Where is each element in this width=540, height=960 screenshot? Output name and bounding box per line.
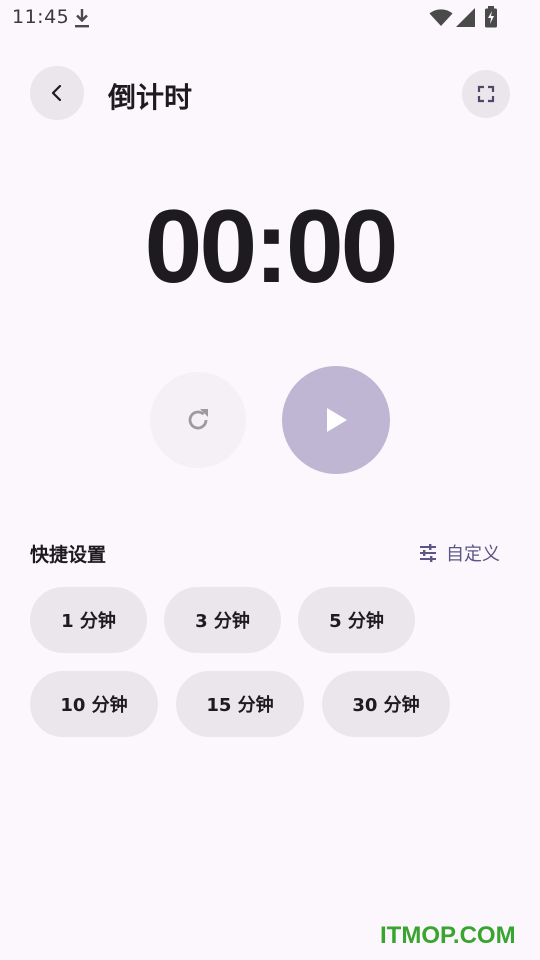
watermark: ITMOP.COM <box>380 922 516 949</box>
battery-icon <box>485 6 497 28</box>
preset-chip-1min[interactable]: 1 分钟 <box>30 587 147 653</box>
back-button[interactable] <box>30 66 84 120</box>
preset-chip-3min[interactable]: 3 分钟 <box>164 587 281 653</box>
reset-button[interactable] <box>150 372 246 468</box>
fullscreen-icon <box>477 85 495 103</box>
chevron-left-icon <box>51 84 62 102</box>
download-icon <box>75 9 89 28</box>
tune-icon <box>420 544 436 562</box>
status-bar: 11:45 <box>0 0 540 36</box>
custom-label: 自定义 <box>446 544 500 565</box>
fullscreen-button[interactable] <box>462 70 510 118</box>
preset-chip-5min[interactable]: 5 分钟 <box>298 587 415 653</box>
refresh-icon <box>188 409 208 430</box>
play-icon <box>327 408 347 432</box>
page-title: 倒计时 <box>108 81 193 114</box>
wifi-icon <box>429 9 453 26</box>
preset-chip-15min[interactable]: 15 分钟 <box>176 671 304 737</box>
custom-button[interactable]: 自定义 <box>418 540 500 566</box>
status-time: 11:45 <box>12 6 70 28</box>
preset-chip-10min[interactable]: 10 分钟 <box>30 671 158 737</box>
signal-icon <box>456 8 475 27</box>
play-button[interactable] <box>282 366 390 474</box>
timer-display: 00:00 <box>144 189 399 305</box>
quick-settings-title: 快捷设置 <box>30 544 107 566</box>
preset-chip-30min[interactable]: 30 分钟 <box>322 671 450 737</box>
